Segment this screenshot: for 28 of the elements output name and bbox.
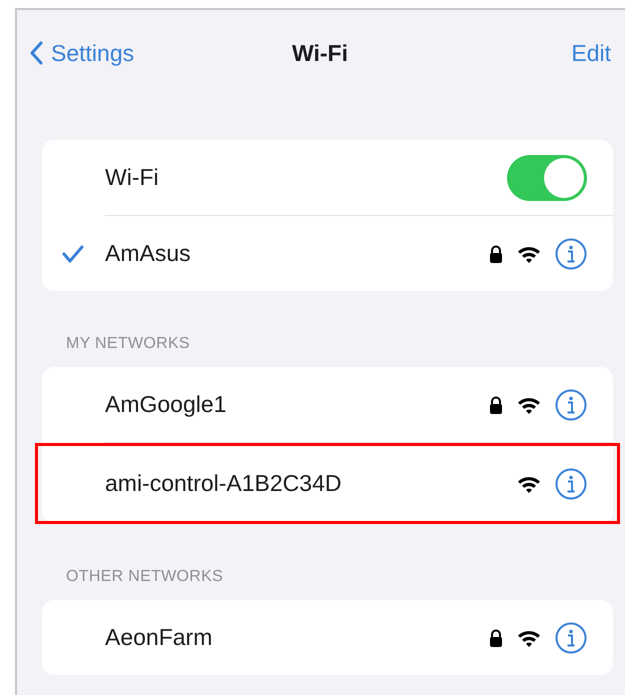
network-name: AeonFarm (105, 624, 214, 651)
lock-icon (489, 396, 503, 414)
row-label: Wi-Fi (105, 164, 160, 191)
edit-link[interactable]: Edit (571, 40, 611, 66)
list-row[interactable]: AmAsus (42, 216, 613, 291)
page-title: Wi-Fi (292, 40, 348, 66)
info-icon[interactable] (555, 238, 587, 270)
highlighted-row[interactable]: ami-control-A1B2C34D (35, 443, 620, 524)
toggle-switch[interactable] (507, 154, 587, 200)
wifi-icon (517, 474, 541, 492)
lock-icon (489, 628, 503, 646)
wifi-icon (517, 244, 541, 262)
list-row[interactable]: AeonFarm (42, 600, 613, 675)
lock-icon (489, 244, 503, 262)
wifi-icon (517, 396, 541, 414)
chevron-left-icon (29, 41, 43, 65)
section-header: OTHER NETWORKS (65, 568, 224, 587)
section-header: MY NETWORKS (65, 335, 191, 354)
list-row[interactable]: Wi-Fi (42, 140, 613, 215)
info-icon[interactable] (555, 468, 587, 500)
network-name: ami-control-A1B2C34D (105, 470, 342, 497)
list-row[interactable]: AmGoogle1 (42, 367, 613, 442)
wifi-icon (517, 628, 541, 646)
info-icon[interactable] (555, 388, 587, 420)
network-name: AmAsus (105, 240, 192, 267)
network-name: AmGoogle1 (105, 391, 228, 418)
info-icon[interactable] (555, 622, 587, 654)
back-link[interactable]: Settings (29, 40, 134, 66)
